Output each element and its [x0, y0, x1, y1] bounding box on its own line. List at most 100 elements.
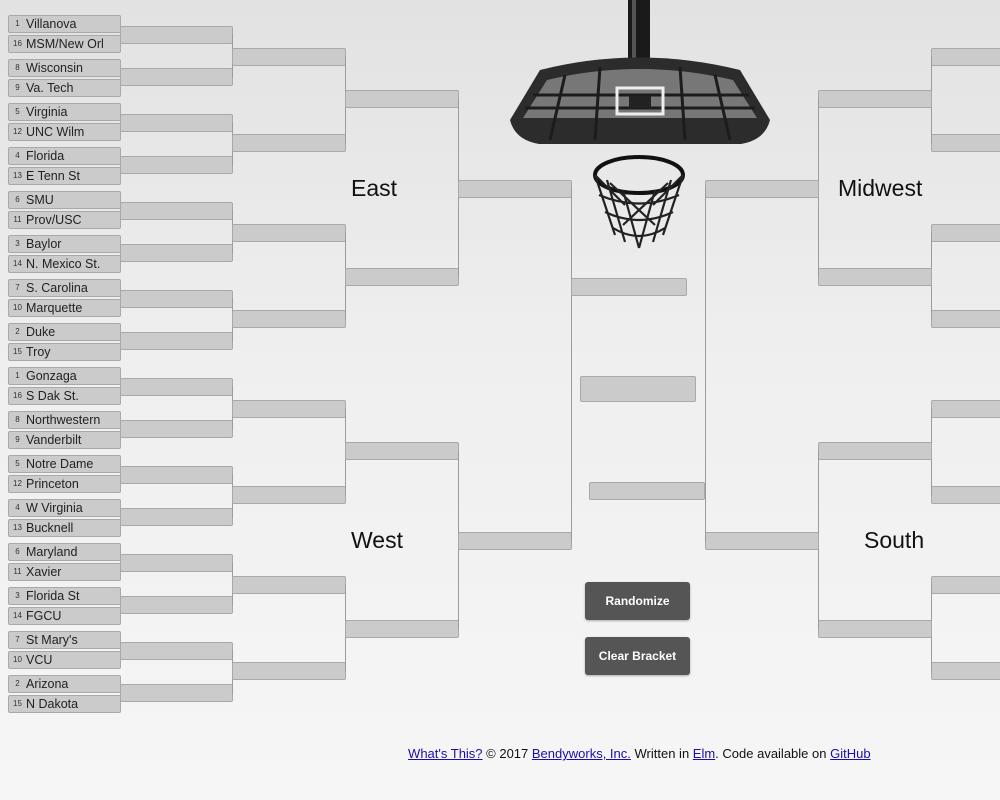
team-seed: 2 [15, 327, 20, 336]
round3-slot[interactable] [931, 486, 1000, 504]
team-name: Va. Tech [26, 81, 74, 95]
team-slot[interactable]: 4 W Virginia [8, 499, 121, 517]
team-seed: 12 [13, 127, 22, 136]
whats-this-link[interactable]: What's This? [408, 746, 483, 761]
randomize-button[interactable]: Randomize [585, 582, 690, 620]
round3-slot[interactable] [931, 662, 1000, 680]
team-slot[interactable]: 13 Bucknell [8, 519, 121, 537]
team-slot[interactable]: 14 N. Mexico St. [8, 255, 121, 273]
round3-slot[interactable] [232, 310, 346, 328]
sweet16-slot[interactable] [345, 90, 459, 108]
team-seed: 9 [15, 83, 20, 92]
round2-slot[interactable] [120, 68, 233, 86]
team-seed: 5 [15, 459, 20, 468]
team-seed: 2 [15, 679, 20, 688]
team-slot[interactable]: 12 Princeton [8, 475, 121, 493]
team-slot[interactable]: 9 Vanderbilt [8, 431, 121, 449]
team-seed: 7 [15, 635, 20, 644]
round2-slot[interactable] [120, 202, 233, 220]
region-label-midwest: Midwest [838, 175, 923, 201]
round3-slot[interactable] [232, 662, 346, 680]
sweet16-slot[interactable] [818, 90, 932, 108]
team-slot[interactable]: 15 Troy [8, 343, 121, 361]
team-seed: 5 [15, 107, 20, 116]
round3-slot[interactable] [232, 48, 346, 66]
team-slot[interactable]: 11 Xavier [8, 563, 121, 581]
team-slot[interactable]: 2 Duke [8, 323, 121, 341]
round3-slot[interactable] [931, 224, 1000, 242]
team-slot[interactable]: 10 Marquette [8, 299, 121, 317]
team-seed: 7 [15, 283, 20, 292]
team-slot[interactable]: 10 VCU [8, 651, 121, 669]
team-slot[interactable]: 8 Wisconsin [8, 59, 121, 77]
sweet16-slot[interactable] [345, 268, 459, 286]
team-slot[interactable]: 3 Baylor [8, 235, 121, 253]
team-slot[interactable]: 6 SMU [8, 191, 121, 209]
team-name: Maryland [26, 545, 78, 559]
elite8-slot[interactable] [458, 532, 572, 550]
team-seed: 16 [13, 39, 22, 48]
round3-slot[interactable] [232, 134, 346, 152]
round3-slot[interactable] [232, 576, 346, 594]
team-slot[interactable]: 3 Florida St [8, 587, 121, 605]
round2-slot[interactable] [120, 554, 233, 572]
championship-slot[interactable] [580, 376, 696, 402]
round2-slot[interactable] [120, 378, 233, 396]
team-name: FGCU [26, 609, 62, 623]
sweet16-slot[interactable] [818, 268, 932, 286]
team-name: UNC Wilm [26, 125, 85, 139]
github-link[interactable]: GitHub [830, 746, 870, 761]
team-seed: 9 [15, 435, 20, 444]
round2-slot[interactable] [120, 420, 233, 438]
round2-slot[interactable] [120, 156, 233, 174]
round2-slot[interactable] [120, 114, 233, 132]
team-slot[interactable]: 14 FGCU [8, 607, 121, 625]
sweet16-slot[interactable] [345, 620, 459, 638]
round3-slot[interactable] [232, 486, 346, 504]
team-slot[interactable]: 7 St Mary's [8, 631, 121, 649]
round3-slot[interactable] [232, 400, 346, 418]
elm-link[interactable]: Elm [693, 746, 715, 761]
team-slot[interactable]: 12 UNC Wilm [8, 123, 121, 141]
round3-slot[interactable] [931, 400, 1000, 418]
team-slot[interactable]: 8 Northwestern [8, 411, 121, 429]
round2-slot[interactable] [120, 290, 233, 308]
team-slot[interactable]: 2 Arizona [8, 675, 121, 693]
sweet16-slot[interactable] [345, 442, 459, 460]
elite8-slot[interactable] [705, 180, 819, 198]
team-slot[interactable]: 1 Gonzaga [8, 367, 121, 385]
round3-slot[interactable] [931, 48, 1000, 66]
team-slot[interactable]: 5 Virginia [8, 103, 121, 121]
round2-slot[interactable] [120, 596, 233, 614]
round3-slot[interactable] [931, 576, 1000, 594]
round2-slot[interactable] [120, 244, 233, 262]
round2-slot[interactable] [120, 466, 233, 484]
round2-slot[interactable] [120, 684, 233, 702]
team-slot[interactable]: 16 MSM/New Orl [8, 35, 121, 53]
clear-bracket-button[interactable]: Clear Bracket [585, 637, 690, 675]
bendyworks-link[interactable]: Bendyworks, Inc. [532, 746, 631, 761]
team-slot[interactable]: 5 Notre Dame [8, 455, 121, 473]
team-slot[interactable]: 9 Va. Tech [8, 79, 121, 97]
team-slot[interactable]: 11 Prov/USC [8, 211, 121, 229]
elite8-slot[interactable] [705, 532, 819, 550]
team-slot[interactable]: 13 E Tenn St [8, 167, 121, 185]
final-four-slot-right[interactable] [589, 482, 705, 500]
round3-slot[interactable] [931, 134, 1000, 152]
round2-slot[interactable] [120, 26, 233, 44]
sweet16-slot[interactable] [818, 620, 932, 638]
round2-slot[interactable] [120, 508, 233, 526]
round2-slot[interactable] [120, 332, 233, 350]
elite8-slot[interactable] [458, 180, 572, 198]
round3-slot[interactable] [931, 310, 1000, 328]
team-slot[interactable]: 16 S Dak St. [8, 387, 121, 405]
team-slot[interactable]: 7 S. Carolina [8, 279, 121, 297]
round2-slot[interactable] [120, 642, 233, 660]
team-slot[interactable]: 4 Florida [8, 147, 121, 165]
sweet16-slot[interactable] [818, 442, 932, 460]
final-four-slot-left[interactable] [571, 278, 687, 296]
team-slot[interactable]: 1 Villanova [8, 15, 121, 33]
team-slot[interactable]: 6 Maryland [8, 543, 121, 561]
round3-slot[interactable] [232, 224, 346, 242]
team-slot[interactable]: 15 N Dakota [8, 695, 121, 713]
